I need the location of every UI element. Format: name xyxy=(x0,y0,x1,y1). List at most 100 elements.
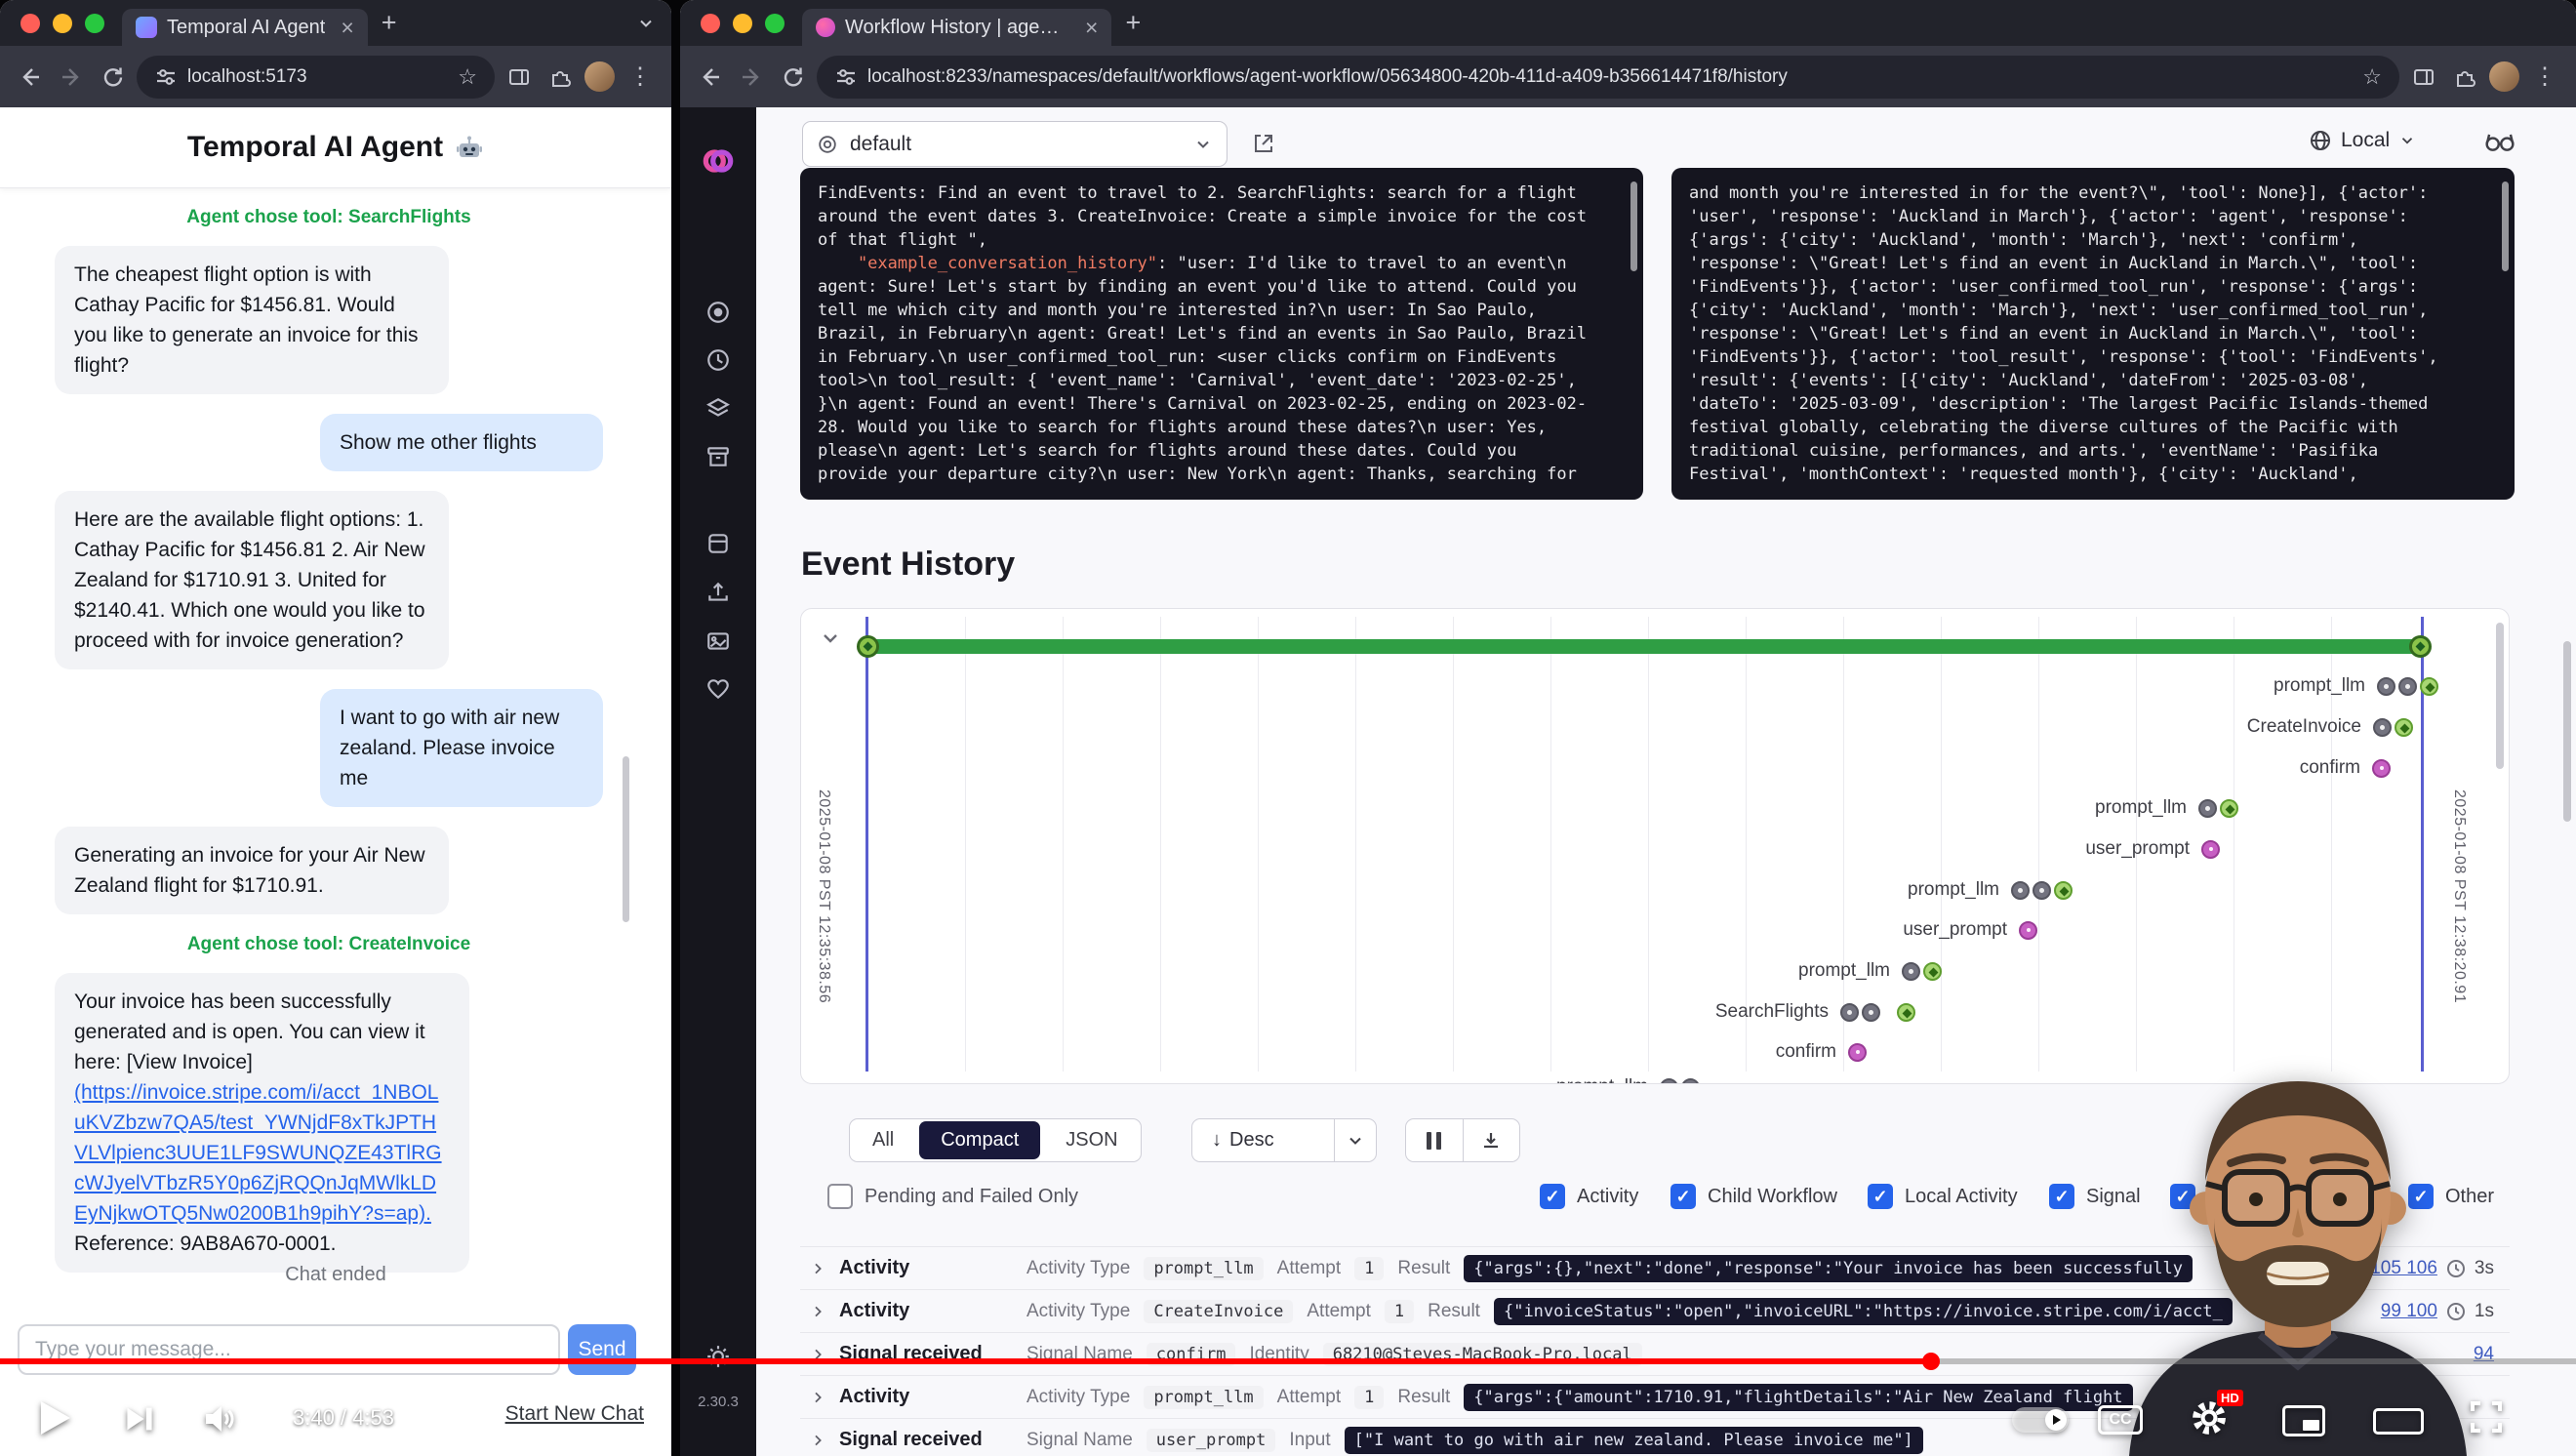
namespace-selector[interactable]: default xyxy=(802,121,1228,167)
timeline-row[interactable]: user_prompt xyxy=(2085,834,2220,864)
checkbox-checked[interactable]: ✓ xyxy=(2049,1184,2074,1209)
nav-reports-icon[interactable] xyxy=(680,628,756,654)
site-settings-icon[interactable] xyxy=(154,65,178,89)
temporal-logo[interactable] xyxy=(680,142,756,180)
signal-marker[interactable] xyxy=(2372,759,2391,778)
captions-button[interactable]: CC xyxy=(2098,1405,2143,1435)
close-tab-icon[interactable]: × xyxy=(1085,17,1098,39)
timeline-row[interactable]: SearchFlights xyxy=(1715,997,1915,1027)
nav-import-icon[interactable] xyxy=(680,580,756,605)
activity-task-marker[interactable] xyxy=(1660,1078,1678,1085)
next-video-button[interactable] xyxy=(123,1403,156,1435)
extensions-puzzle-icon[interactable] xyxy=(543,61,577,94)
expand-chevron-icon[interactable] xyxy=(810,1304,825,1319)
tab-workflow-history[interactable]: Workflow History | agent-wor... × xyxy=(802,9,1111,46)
activity-task-marker[interactable] xyxy=(1840,1003,1859,1022)
close-tab-icon[interactable]: × xyxy=(341,17,353,39)
panel-scrollbar[interactable] xyxy=(1630,182,1637,271)
tab-json[interactable]: JSON xyxy=(1044,1121,1139,1159)
open-in-new-icon[interactable] xyxy=(1241,121,1286,166)
expand-chevron-icon[interactable] xyxy=(810,1261,825,1276)
activity-task-marker[interactable] xyxy=(1681,1078,1700,1085)
close-window-button[interactable] xyxy=(701,14,720,33)
address-bar[interactable]: localhost:8233/namespaces/default/workfl… xyxy=(817,56,2399,99)
video-progress-bar[interactable] xyxy=(0,1358,2576,1364)
back-icon[interactable] xyxy=(14,61,47,94)
nav-archive-icon[interactable] xyxy=(680,444,756,469)
extensions-puzzle-icon[interactable] xyxy=(2448,61,2481,94)
panel-scrollbar[interactable] xyxy=(2502,182,2509,271)
activity-task-marker[interactable] xyxy=(1862,1003,1880,1022)
activity-task-marker[interactable] xyxy=(1902,962,1920,981)
chat-scrollbar[interactable] xyxy=(623,756,629,922)
bookmark-star-icon[interactable]: ☆ xyxy=(458,64,477,90)
checkbox-checked[interactable]: ✓ xyxy=(1868,1184,1893,1209)
bookmark-star-icon[interactable]: ☆ xyxy=(2362,64,2382,90)
minimize-window-button[interactable] xyxy=(53,14,72,33)
nav-workflows-icon[interactable] xyxy=(680,300,756,325)
payload-result-panel[interactable]: and month you're interested in for the e… xyxy=(1671,168,2515,500)
autoplay-toggle[interactable] xyxy=(2012,1407,2069,1433)
tab-temporal-ai-agent[interactable]: Temporal AI Agent × xyxy=(122,9,368,46)
tab-compact[interactable]: Compact xyxy=(919,1121,1040,1159)
download-history-button[interactable] xyxy=(1464,1119,1520,1161)
timeline-row[interactable]: CreateInvoice xyxy=(2247,712,2413,742)
close-window-button[interactable] xyxy=(20,14,40,33)
filter-child-workflow-checkbox[interactable]: ✓ Child Workflow xyxy=(1670,1183,1837,1210)
activity-task-marker[interactable] xyxy=(2373,718,2392,737)
payload-input-panel[interactable]: FindEvents: Find an event to travel to 2… xyxy=(800,168,1643,500)
page-scrollbar[interactable] xyxy=(2563,641,2571,822)
signal-marker[interactable] xyxy=(2019,921,2037,940)
signal-marker[interactable] xyxy=(2201,840,2220,859)
minimize-window-button[interactable] xyxy=(733,14,752,33)
play-button[interactable] xyxy=(41,1401,70,1435)
browser-menu-icon[interactable]: ⋮ xyxy=(623,62,658,91)
data-encoder-icon[interactable] xyxy=(2483,127,2516,154)
expand-chevron-icon[interactable] xyxy=(810,1433,825,1448)
workflow-end-marker[interactable] xyxy=(2409,635,2432,658)
expand-chevron-icon[interactable] xyxy=(810,1390,825,1405)
zoom-window-button[interactable] xyxy=(765,14,785,33)
timeline-row[interactable]: prompt_llm xyxy=(2274,671,2438,701)
checkbox-unchecked[interactable] xyxy=(827,1184,853,1209)
collapse-timeline-icon[interactable] xyxy=(819,627,842,650)
miniplayer-button[interactable] xyxy=(2282,1405,2325,1436)
nav-labs-icon[interactable] xyxy=(680,531,756,556)
send-button[interactable]: Send xyxy=(568,1324,636,1375)
tab-list-chevron-icon[interactable] xyxy=(636,14,656,33)
start-new-chat-link[interactable]: Start New Chat xyxy=(505,1402,644,1426)
nav-schedules-icon[interactable] xyxy=(680,347,756,373)
site-settings-icon[interactable] xyxy=(834,65,858,89)
checkbox-checked[interactable]: ✓ xyxy=(1540,1184,1565,1209)
activity-completed-marker[interactable] xyxy=(2395,718,2413,737)
filter-local-activity-checkbox[interactable]: ✓ Local Activity xyxy=(1868,1183,2018,1210)
timeline-row[interactable]: prompt_llm xyxy=(1556,1072,1700,1084)
address-bar[interactable]: localhost:5173 ☆ xyxy=(137,56,495,99)
workflow-execution-bar[interactable] xyxy=(867,639,2423,654)
profile-avatar[interactable] xyxy=(2489,61,2519,92)
progress-scrubber[interactable] xyxy=(1922,1353,1940,1370)
timeline-row[interactable]: user_prompt xyxy=(1903,915,2037,945)
activity-task-marker[interactable] xyxy=(2377,677,2395,696)
activity-completed-marker[interactable] xyxy=(2054,881,2073,900)
signal-marker[interactable] xyxy=(1848,1043,1867,1062)
timeline-scrollbar[interactable] xyxy=(2496,623,2504,769)
region-selector[interactable]: Local xyxy=(2309,129,2416,152)
tab-all[interactable]: All xyxy=(851,1121,915,1159)
volume-icon[interactable] xyxy=(201,1401,238,1436)
timeline-row[interactable]: prompt_llm xyxy=(1908,875,2073,905)
chevron-down-icon[interactable] xyxy=(1335,1131,1376,1151)
activity-task-marker[interactable] xyxy=(2033,881,2051,900)
filter-pending-failed-checkbox[interactable]: Pending and Failed Only xyxy=(827,1183,1078,1210)
checkbox-checked[interactable]: ✓ xyxy=(1670,1184,1696,1209)
chat-message-input[interactable] xyxy=(18,1324,560,1375)
forward-icon[interactable] xyxy=(55,61,88,94)
theme-toggle-icon[interactable] xyxy=(680,1344,756,1369)
side-panel-icon[interactable] xyxy=(503,61,536,94)
new-tab-button[interactable]: + xyxy=(1125,8,1141,38)
pause-button[interactable] xyxy=(1406,1119,1464,1161)
activity-completed-marker[interactable] xyxy=(2220,799,2238,818)
workflow-start-marker[interactable] xyxy=(857,635,879,658)
nav-batch-operations-icon[interactable] xyxy=(680,396,756,422)
activity-completed-marker[interactable] xyxy=(1923,962,1942,981)
